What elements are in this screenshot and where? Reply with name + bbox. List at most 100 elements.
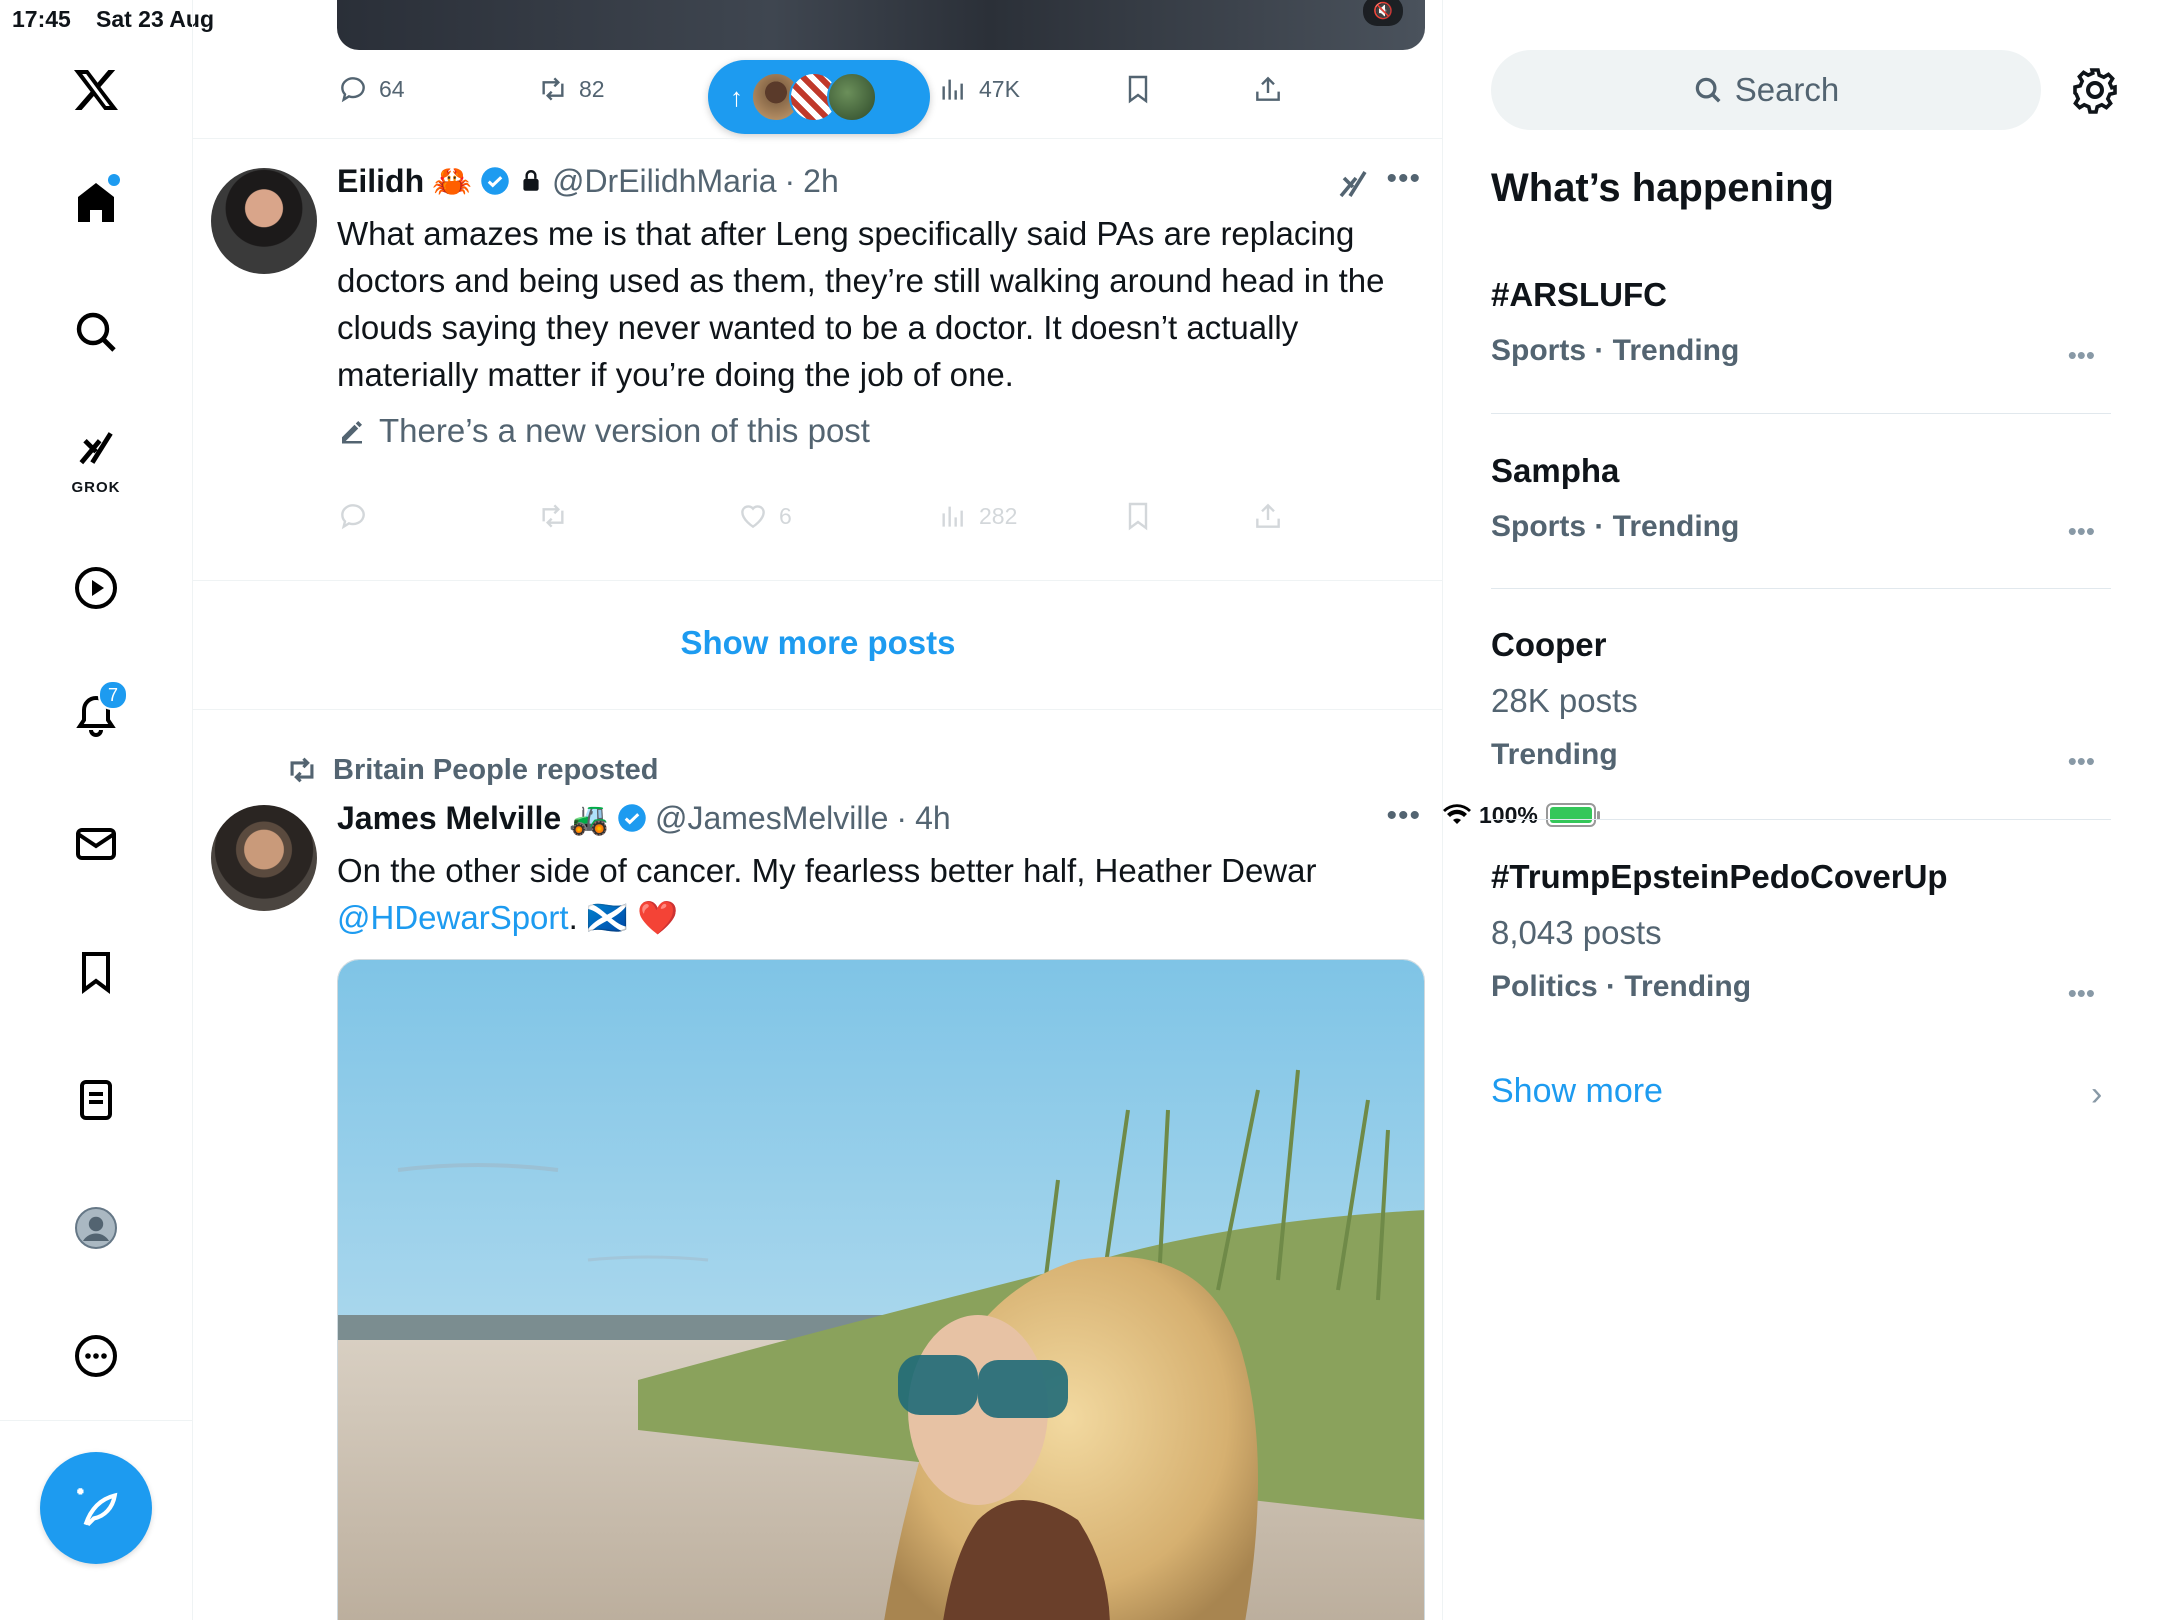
trend-item[interactable]: #ARSLUFC Sports · Trending ••• bbox=[1491, 276, 2111, 371]
like-count: 6 bbox=[779, 502, 792, 529]
show-more-posts-button[interactable]: Show more posts bbox=[193, 624, 1442, 662]
trend-meta: Sports · Trending bbox=[1491, 334, 1740, 367]
search-placeholder: Search bbox=[1734, 71, 1840, 108]
repost-icon bbox=[290, 757, 314, 783]
trend-item[interactable]: Cooper 28K posts Trending ••• bbox=[1491, 626, 2111, 776]
reply-icon bbox=[341, 77, 365, 103]
bookmark-button[interactable] bbox=[1122, 500, 1154, 532]
share-button[interactable] bbox=[1252, 500, 1284, 532]
mention-link[interactable]: @HDewarSport bbox=[337, 899, 569, 936]
heart-icon bbox=[741, 505, 765, 529]
nav-bookmarks[interactable] bbox=[60, 936, 132, 1008]
new-posts-pill[interactable]: ↑ bbox=[708, 60, 930, 134]
grok-label: GROK bbox=[71, 479, 121, 496]
beach-photo-image bbox=[338, 960, 1424, 1620]
timestamp[interactable]: 2h bbox=[803, 163, 839, 200]
bookmark-icon bbox=[1128, 502, 1148, 531]
reply-button[interactable]: 64 bbox=[337, 73, 405, 105]
author-handle[interactable]: @DrEilidhMaria bbox=[552, 163, 777, 200]
chevron-right-icon: › bbox=[2091, 1075, 2103, 1113]
repost-button[interactable]: 82 bbox=[537, 73, 605, 105]
edit-pencil-icon bbox=[342, 421, 362, 444]
tweet-photo[interactable] bbox=[337, 959, 1425, 1620]
author-handle[interactable]: @JamesMelville bbox=[655, 800, 888, 837]
repost-icon bbox=[542, 504, 564, 528]
tweet-text: On the other side of cancer. My fearless… bbox=[337, 847, 1427, 941]
views-chart-icon bbox=[942, 506, 963, 527]
views-button[interactable]: 47K bbox=[937, 73, 1020, 105]
bookmark-icon bbox=[82, 952, 110, 994]
more-options-icon[interactable]: ••• bbox=[1386, 162, 1421, 196]
timeline: 🔇 64 82 47K ↑ Eilidh 🦀 @DrEilidhMaria · … bbox=[193, 0, 1443, 1620]
tweet-text-end: . 🏴󠁧󠁢󠁳󠁣󠁴󠁿 ❤️ bbox=[568, 899, 679, 936]
compose-feather-icon bbox=[77, 1488, 118, 1527]
more-options-icon[interactable]: ••• bbox=[1386, 799, 1421, 833]
more-options-icon[interactable]: ••• bbox=[2068, 516, 2095, 547]
verified-badge-icon bbox=[481, 167, 509, 195]
settings-gear-icon[interactable] bbox=[2071, 66, 2119, 114]
left-navigation: GROK 7 bbox=[0, 0, 193, 1620]
nav-more[interactable] bbox=[60, 1320, 132, 1392]
more-options-icon[interactable]: ••• bbox=[2068, 340, 2095, 371]
trend-item[interactable]: #TrumpEpsteinPedoCoverUp 8,043 posts Pol… bbox=[1491, 858, 2111, 1008]
nav-lists[interactable] bbox=[60, 1064, 132, 1136]
author-name[interactable]: James Melville bbox=[337, 800, 561, 837]
repost-button[interactable] bbox=[537, 500, 569, 532]
grok-icon[interactable] bbox=[1335, 166, 1371, 202]
nav-profile[interactable] bbox=[60, 1192, 132, 1264]
more-options-icon[interactable]: ••• bbox=[2068, 746, 2095, 777]
show-more-link[interactable]: Show more bbox=[1491, 1072, 1663, 1111]
tweet[interactable]: Britain People reposted James Melville 🚜… bbox=[193, 709, 1442, 1620]
nav-explore[interactable] bbox=[60, 296, 132, 368]
arrow-up-icon: ↑ bbox=[730, 81, 743, 112]
tweet[interactable]: Eilidh 🦀 @DrEilidhMaria · 2h ••• What am… bbox=[193, 138, 1442, 580]
author-emoji: 🚜 bbox=[569, 800, 609, 836]
whats-happening-heading: What’s happening bbox=[1491, 166, 1834, 210]
separator: · bbox=[784, 162, 796, 199]
x-logo[interactable] bbox=[60, 54, 132, 126]
reply-button[interactable] bbox=[337, 500, 369, 532]
views-chart-icon bbox=[942, 79, 963, 100]
timestamp[interactable]: 4h bbox=[915, 800, 951, 837]
nav-videos[interactable] bbox=[60, 552, 132, 624]
new-version-link[interactable]: There’s a new version of this post bbox=[337, 412, 870, 450]
views-button[interactable]: 282 bbox=[937, 500, 1017, 532]
like-button[interactable]: 6 bbox=[737, 500, 792, 532]
trend-item[interactable]: Sampha Sports · Trending ••• bbox=[1491, 452, 2111, 547]
trend-meta: Sports · Trending bbox=[1491, 510, 1740, 543]
play-circle-icon bbox=[75, 567, 117, 609]
views-count: 47K bbox=[979, 75, 1020, 102]
tweet-actions: 6 282 bbox=[337, 491, 1427, 541]
share-icon bbox=[1256, 503, 1280, 528]
trend-meta: Politics · Trending bbox=[1491, 970, 1752, 1003]
previous-tweet-video[interactable]: 🔇 bbox=[337, 0, 1425, 50]
compose-button[interactable] bbox=[40, 1452, 152, 1564]
more-circle-icon bbox=[75, 1335, 117, 1377]
search-icon bbox=[1695, 77, 1721, 103]
nav-home[interactable] bbox=[60, 166, 132, 238]
tweet-header: Eilidh 🦀 @DrEilidhMaria · 2h bbox=[337, 162, 839, 200]
trend-topic: Sampha bbox=[1491, 452, 1620, 489]
divider bbox=[193, 580, 1442, 581]
trend-topic: Cooper bbox=[1491, 626, 1607, 663]
right-sidebar: Search What’s happening #ARSLUFC Sports … bbox=[1443, 0, 2160, 1620]
search-input[interactable]: Search bbox=[1491, 50, 2041, 130]
search-icon bbox=[76, 312, 116, 352]
reply-count: 64 bbox=[379, 75, 405, 102]
divider bbox=[1491, 413, 2111, 414]
reposted-by[interactable]: Britain People reposted bbox=[285, 753, 659, 787]
more-options-icon[interactable]: ••• bbox=[2068, 978, 2095, 1009]
share-button[interactable] bbox=[1252, 73, 1284, 105]
avatar[interactable] bbox=[211, 168, 317, 274]
trend-topic: #ARSLUFC bbox=[1491, 276, 1668, 313]
divider bbox=[1491, 819, 2111, 820]
nav-messages[interactable] bbox=[60, 808, 132, 880]
nav-grok[interactable]: GROK bbox=[60, 420, 132, 496]
bookmark-button[interactable] bbox=[1122, 73, 1154, 105]
grok-icon bbox=[79, 432, 113, 465]
mute-icon[interactable]: 🔇 bbox=[1363, 0, 1403, 26]
avatar[interactable] bbox=[211, 805, 317, 911]
author-name[interactable]: Eilidh bbox=[337, 163, 424, 200]
nav-notifications[interactable]: 7 bbox=[60, 680, 132, 752]
author-emoji: 🦀 bbox=[432, 163, 472, 199]
